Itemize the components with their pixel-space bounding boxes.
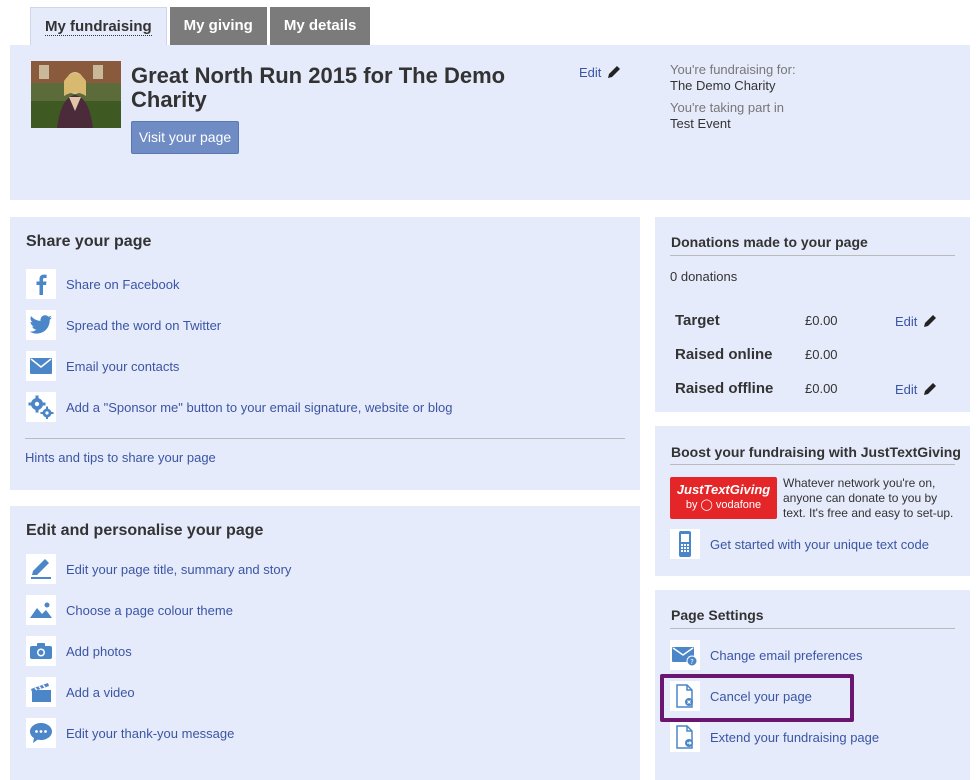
tab-my-details[interactable]: My details: [269, 7, 371, 45]
share-divider: [25, 438, 625, 439]
logo-line-2: by ◯ vodafone: [685, 499, 762, 511]
raised-offline-value: £0.00: [805, 381, 838, 396]
raised-online-label: Raised online: [675, 346, 773, 363]
share-twitter-label: Spread the word on Twitter: [66, 317, 222, 333]
justtextgiving-logo: JustTextGiving by ◯ vodafone: [670, 477, 777, 519]
target-value: £0.00: [805, 313, 838, 328]
edit-target-link[interactable]: Edit: [895, 313, 938, 329]
share-title: Share your page: [26, 233, 152, 250]
edit-label: Edit: [579, 64, 602, 80]
pencil-icon: [922, 313, 938, 329]
colour-theme-item[interactable]: Choose a page colour theme: [26, 594, 233, 626]
colour-theme-label: Choose a page colour theme: [66, 602, 233, 618]
edit-offline-link[interactable]: Edit: [895, 381, 938, 397]
share-panel: Share your page Share on Facebook Spread…: [10, 217, 640, 490]
visit-page-button[interactable]: Visit your page: [131, 121, 239, 154]
extend-page-item[interactable]: Extend your fundraising page: [670, 721, 879, 753]
clapperboard-icon: [26, 677, 56, 707]
pencil-icon: [606, 64, 622, 80]
share-facebook-item[interactable]: Share on Facebook: [26, 268, 179, 300]
charity-name: The Demo Charity: [670, 78, 776, 93]
edit-label: Edit: [895, 313, 918, 329]
settings-divider: [670, 628, 955, 629]
cancel-page-icon: [670, 681, 700, 711]
raised-online-value: £0.00: [805, 347, 838, 362]
thank-you-label: Edit your thank-you message: [66, 725, 235, 741]
donations-divider: [670, 255, 955, 256]
page-settings-panel: Page Settings ? Change email preferences…: [655, 590, 970, 780]
text-code-item[interactable]: Get started with your unique text code: [670, 528, 929, 560]
text-code-label: Get started with your unique text code: [710, 536, 929, 552]
add-photos-label: Add photos: [66, 643, 132, 659]
tab-my-giving[interactable]: My giving: [169, 7, 267, 45]
cancel-page-label: Cancel your page: [710, 688, 812, 704]
logo-line-1: JustTextGiving: [676, 482, 771, 497]
email-contacts-item[interactable]: Email your contacts: [26, 350, 179, 382]
raised-offline-label: Raised offline: [675, 380, 774, 397]
gears-icon: [26, 392, 56, 422]
share-twitter-item[interactable]: Spread the word on Twitter: [26, 309, 221, 341]
target-label: Target: [675, 312, 720, 329]
page-summary-panel: Great North Run 2015 for The Demo Charit…: [10, 45, 970, 200]
email-contacts-label: Email your contacts: [66, 358, 180, 374]
event-name: Test Event: [670, 116, 731, 131]
extend-page-label: Extend your fundraising page: [710, 729, 880, 745]
email-preferences-label: Change email preferences: [710, 647, 863, 663]
cancel-page-item[interactable]: Cancel your page: [670, 680, 812, 712]
donations-panel: Donations made to your page 0 donations …: [655, 217, 970, 412]
boost-divider: [670, 464, 955, 465]
tab-bar: My fundraising My giving My details: [30, 7, 371, 47]
hints-tips-link[interactable]: Hints and tips to share your page: [25, 450, 216, 465]
boost-description: Whatever network you're on, anyone can d…: [783, 476, 954, 520]
svg-text:?: ?: [690, 658, 694, 666]
facebook-icon: [26, 269, 56, 299]
settings-title: Page Settings: [671, 607, 764, 623]
share-facebook-label: Share on Facebook: [66, 276, 180, 292]
twitter-icon: [26, 310, 56, 340]
boost-title: Boost your fundraising with JustTextGivi…: [671, 444, 961, 460]
camera-icon: [26, 636, 56, 666]
edit-label: Edit: [895, 381, 918, 397]
fundraising-info: You're fundraising for: The Demo Charity…: [670, 62, 796, 138]
landscape-icon: [26, 595, 56, 625]
tab-my-fundraising[interactable]: My fundraising: [30, 7, 167, 47]
taking-part-label: You're taking part in: [670, 100, 785, 115]
edit-story-item[interactable]: Edit your page title, summary and story: [26, 553, 291, 585]
mobile-phone-icon: [670, 529, 700, 559]
add-photos-item[interactable]: Add photos: [26, 635, 132, 667]
personalise-panel: Edit and personalise your page Edit your…: [10, 506, 640, 780]
edit-page-title-link[interactable]: Edit: [579, 64, 622, 80]
edit-story-label: Edit your page title, summary and story: [66, 561, 292, 577]
page-title: Great North Run 2015 for The Demo Charit…: [131, 63, 506, 112]
email-preferences-item[interactable]: ? Change email preferences: [670, 639, 862, 671]
fundraising-for-label: You're fundraising for:: [670, 62, 796, 77]
boost-panel: Boost your fundraising with JustTextGivi…: [655, 426, 970, 576]
pencil-icon: [922, 381, 938, 397]
thank-you-item[interactable]: Edit your thank-you message: [26, 717, 234, 749]
sponsor-button-label: Add a "Sponsor me" button to your email …: [66, 399, 453, 415]
sponsor-button-item[interactable]: Add a "Sponsor me" button to your email …: [26, 391, 452, 423]
add-video-item[interactable]: Add a video: [26, 676, 135, 708]
email-icon: [26, 351, 56, 381]
speech-bubble-icon: [26, 718, 56, 748]
profile-photo: [31, 61, 121, 128]
tab-label: My fundraising: [45, 18, 152, 36]
personalise-title: Edit and personalise your page: [26, 522, 264, 539]
donation-count: 0 donations: [670, 269, 738, 284]
donations-title: Donations made to your page: [671, 234, 868, 250]
extend-page-icon: [670, 722, 700, 752]
email-settings-icon: ?: [670, 640, 700, 670]
pencil-icon: [26, 554, 56, 584]
add-video-label: Add a video: [66, 684, 135, 700]
